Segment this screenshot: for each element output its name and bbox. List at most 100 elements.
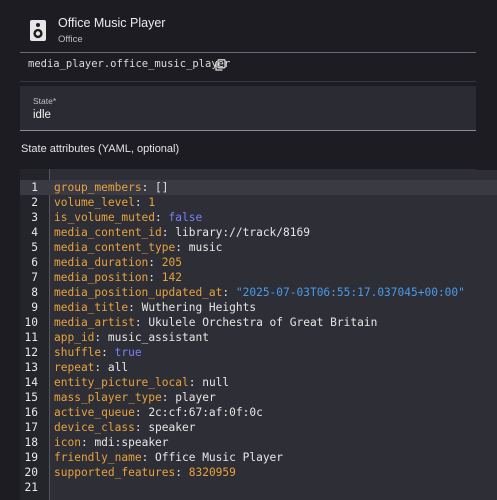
code-text: app_id: music_assistant <box>54 331 209 344</box>
code-text: media_position: 142 <box>54 271 182 284</box>
code-line[interactable]: 14 entity_picture_local: null <box>20 375 497 390</box>
line-number: 6 <box>31 256 38 269</box>
code-text: mass_player_type: player <box>54 391 216 404</box>
yaml-value: false <box>168 211 203 224</box>
code-line[interactable]: 1 group_members: [] <box>20 180 497 195</box>
code-line[interactable]: 11 app_id: music_assistant <box>20 330 497 345</box>
line-number: 13 <box>24 361 38 374</box>
yaml-value: music_assistant <box>107 331 209 344</box>
yaml-key: shuffle <box>54 346 102 359</box>
divider <box>20 81 497 82</box>
line-number: 15 <box>24 391 38 404</box>
code-text: media_artist: Ukulele Orchestra of Great… <box>54 316 378 329</box>
yaml-key: app_id <box>54 331 95 344</box>
line-number: 7 <box>31 271 38 284</box>
line-number: 19 <box>24 451 38 464</box>
yaml-key: media_title <box>54 301 129 314</box>
code-text: device_class: speaker <box>54 421 196 434</box>
yaml-value: true <box>114 346 142 359</box>
yaml-editor[interactable]: 1 group_members: [] 2 volume_level: 1 3 is_vo… <box>20 169 497 500</box>
code-text: media_position_updated_at: "2025-07-03T0… <box>54 286 465 299</box>
yaml-key: device_class <box>54 421 135 434</box>
yaml-value: all <box>107 361 129 374</box>
yaml-value: 1 <box>148 196 156 209</box>
code-line[interactable]: 17 device_class: speaker <box>20 420 497 435</box>
line-number: 21 <box>24 481 38 494</box>
line-number: 5 <box>31 241 38 254</box>
yaml-key: friendly_name <box>54 451 142 464</box>
entity-area: Office <box>58 34 83 45</box>
code-line[interactable]: 2 volume_level: 1 <box>20 195 497 210</box>
line-number: 9 <box>31 301 38 314</box>
yaml-value: "2025-07-03T06:55:17.037045+00:00" <box>235 286 465 299</box>
yaml-value: player <box>175 391 216 404</box>
yaml-value: Ukulele Orchestra of Great Britain <box>148 316 378 329</box>
code-line[interactable]: 21 <box>20 480 497 495</box>
code-text: media_duration: 205 <box>54 256 182 269</box>
line-number: 18 <box>24 436 38 449</box>
line-number: 2 <box>31 196 38 209</box>
code-text: group_members: [] <box>54 181 169 194</box>
code-line[interactable]: 15 mass_player_type: player <box>20 390 497 405</box>
yaml-key: is_volume_muted <box>54 211 156 224</box>
line-number: 1 <box>31 181 38 194</box>
attributes-heading: State attributes (YAML, optional) <box>21 143 180 155</box>
line-number: 16 <box>24 406 38 419</box>
speaker-icon <box>30 20 46 41</box>
yaml-value: null <box>202 376 230 389</box>
code-line[interactable]: 19 friendly_name: Office Music Player <box>20 450 497 465</box>
yaml-key: active_queue <box>54 406 135 419</box>
code-line[interactable]: 20 supported_features: 8320959 <box>20 465 497 480</box>
yaml-key: media_content_type <box>54 241 176 254</box>
code-line[interactable]: 6 media_duration: 205 <box>20 255 497 270</box>
yaml-key: icon <box>54 436 81 449</box>
entity-id: media_player.office_music_player <box>28 58 231 70</box>
code-text: friendly_name: Office Music Player <box>54 451 284 464</box>
yaml-key: volume_level <box>54 196 135 209</box>
state-label: State* <box>33 96 57 106</box>
yaml-key: mass_player_type <box>54 391 162 404</box>
code-text: is_volume_muted: false <box>54 211 203 224</box>
yaml-value: Wuthering Heights <box>141 301 257 314</box>
yaml-value: 205 <box>161 256 182 269</box>
code-line[interactable]: 9 media_title: Wuthering Heights <box>20 300 497 315</box>
yaml-key: media_duration <box>54 256 149 269</box>
state-value[interactable]: idle <box>33 109 51 121</box>
line-number: 11 <box>24 331 38 344</box>
code-line[interactable]: 7 media_position: 142 <box>20 270 497 285</box>
yaml-value: Office Music Player <box>155 451 284 464</box>
yaml-key: supported_features <box>54 466 176 479</box>
line-number: 3 <box>31 211 38 224</box>
entity-header: Office Music Player Office <box>20 0 497 53</box>
line-number: 20 <box>24 466 38 479</box>
code-text: media_content_id: library://track/8169 <box>54 226 310 239</box>
yaml-value: 142 <box>161 271 182 284</box>
copy-icon[interactable] <box>215 59 226 71</box>
yaml-value: speaker <box>148 421 196 434</box>
yaml-key: entity_picture_local <box>54 376 189 389</box>
state-field[interactable]: State* idle <box>20 86 497 131</box>
code-line[interactable]: 5 media_content_type: music <box>20 240 497 255</box>
yaml-key: repeat <box>54 361 95 374</box>
code-text: volume_level: 1 <box>54 196 156 209</box>
code-line[interactable]: 18 icon: mdi:speaker <box>20 435 497 450</box>
code-line[interactable]: 8 media_position_updated_at: "2025-07-03T… <box>20 285 497 300</box>
line-number: 14 <box>24 376 38 389</box>
code-text: supported_features: 8320959 <box>54 466 236 479</box>
yaml-value: mdi:speaker <box>94 436 169 449</box>
code-text: media_title: Wuthering Heights <box>54 301 257 314</box>
code-line[interactable]: 3 is_volume_muted: false <box>20 210 497 225</box>
yaml-value: music <box>188 241 223 254</box>
entity-name: Office Music Player <box>58 16 166 30</box>
yaml-key: media_artist <box>54 316 135 329</box>
line-number: 8 <box>31 286 38 299</box>
yaml-key: media_content_id <box>54 226 162 239</box>
code-line[interactable]: 16 active_queue: 2c:cf:67:af:0f:0c <box>20 405 497 420</box>
code-text: shuffle: true <box>54 346 142 359</box>
code-line[interactable]: 4 media_content_id: library://track/8169 <box>20 225 497 240</box>
code-line[interactable]: 13 repeat: all <box>20 360 497 375</box>
code-text: icon: mdi:speaker <box>54 436 169 449</box>
scrollbar[interactable] <box>476 52 497 170</box>
code-line[interactable]: 12 shuffle: true <box>20 345 497 360</box>
code-line[interactable]: 10 media_artist: Ukulele Orchestra of Gre… <box>20 315 497 330</box>
